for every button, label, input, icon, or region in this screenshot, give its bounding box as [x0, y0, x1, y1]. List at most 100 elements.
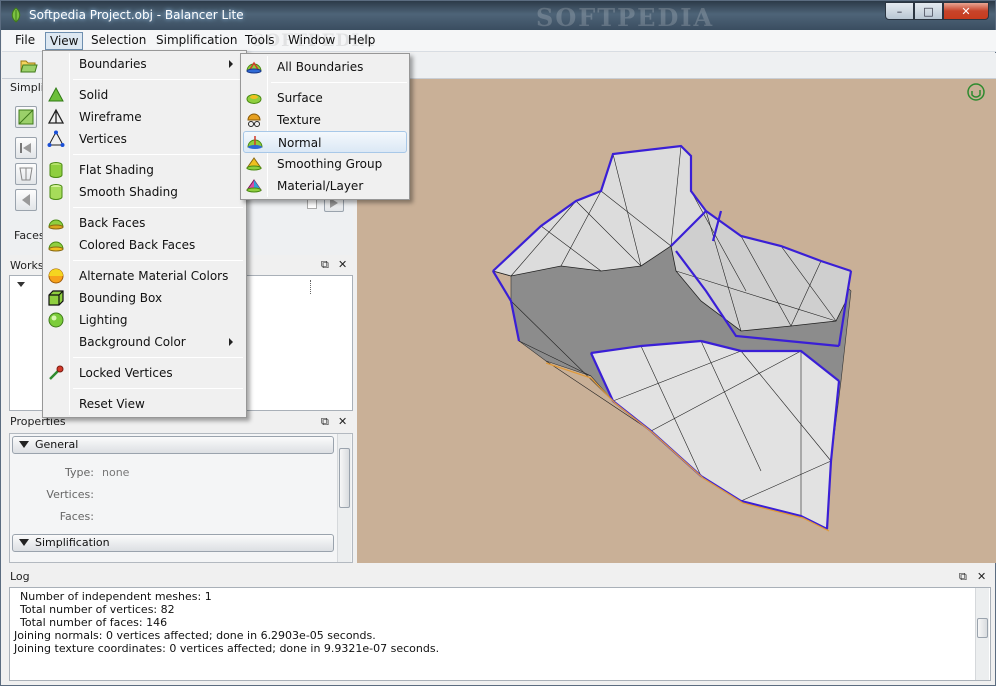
- collapse-triangle-icon: [19, 539, 29, 546]
- window-controls: – □ ✕: [885, 2, 989, 20]
- menu-item-label: Texture: [277, 113, 321, 127]
- menu-item-label: Locked Vertices: [79, 366, 173, 380]
- mesh-edit-icon: [19, 167, 33, 181]
- menu-item-material-layer[interactable]: Material/Layer: [243, 175, 407, 197]
- menu-item-label: Surface: [277, 91, 323, 105]
- log-scrollbar[interactable]: [975, 588, 989, 680]
- menu-item-label: Wireframe: [79, 110, 142, 124]
- wireframe-icon: [47, 108, 65, 124]
- faces-label: Faces: [14, 229, 45, 242]
- general-section-header[interactable]: General: [12, 436, 334, 454]
- menu-bar: File View Selection Simplification Tools…: [2, 30, 996, 52]
- prop-type-label: Type:: [65, 466, 94, 479]
- menu-item-normal[interactable]: Normal: [243, 131, 407, 153]
- properties-panel: Properties ⧉ ✕ General Type: none Vertic…: [7, 413, 353, 563]
- back-faces-icon: [48, 219, 64, 230]
- properties-scrollbar[interactable]: [337, 434, 351, 562]
- log-float-button[interactable]: ⧉: [959, 570, 967, 584]
- open-file-button[interactable]: [18, 56, 40, 76]
- menubar-watermark: SOFTPEDIA: [252, 31, 375, 51]
- log-line: Total number of faces: 146: [20, 616, 168, 629]
- menu-selection[interactable]: Selection: [87, 32, 150, 50]
- grid-icon: [18, 109, 34, 125]
- texture-icon: [247, 113, 261, 127]
- menu-item-solid[interactable]: Solid: [45, 84, 244, 106]
- menu-view[interactable]: View: [45, 32, 84, 50]
- submenu-arrow-icon: [229, 338, 233, 346]
- properties-close-button[interactable]: ✕: [338, 415, 347, 428]
- menu-item-boundaries[interactable]: Boundaries: [45, 53, 244, 75]
- menu-item-lighting[interactable]: Lighting: [45, 309, 244, 331]
- menu-item-label: Vertices: [79, 132, 127, 146]
- menu-item-label: Smoothing Group: [277, 157, 383, 171]
- menu-separator: [73, 207, 243, 208]
- menu-separator: [73, 388, 243, 389]
- close-button[interactable]: ✕: [943, 2, 989, 20]
- menu-item-label: Material/Layer: [277, 179, 364, 193]
- log-panel-title: Log: [10, 570, 30, 583]
- log-line: Joining texture coordinates: 0 vertices …: [14, 642, 440, 655]
- simplification-section-label: Simplification: [35, 536, 110, 549]
- minimize-button[interactable]: –: [885, 2, 914, 20]
- title-bar[interactable]: Softpedia Project.obj - Balancer Lite SO…: [1, 1, 995, 32]
- menu-item-vertices[interactable]: Vertices: [45, 128, 244, 150]
- title-watermark: SOFTPEDIA: [536, 3, 715, 32]
- menu-item-wireframe[interactable]: Wireframe: [45, 106, 244, 128]
- scrollbar-thumb[interactable]: [339, 448, 350, 508]
- edit-step-button[interactable]: [15, 163, 37, 185]
- mesh-render: [492, 83, 985, 532]
- vertices-icon: [47, 130, 65, 147]
- simplify-mode-button[interactable]: [15, 106, 37, 128]
- window-title: Softpedia Project.obj - Balancer Lite: [29, 8, 244, 22]
- log-close-button[interactable]: ✕: [977, 570, 986, 583]
- menu-item-label: All Boundaries: [277, 60, 364, 74]
- 3d-viewport[interactable]: [357, 79, 996, 563]
- properties-float-button[interactable]: ⧉: [321, 415, 329, 429]
- arrow-left-icon: [22, 194, 30, 206]
- menu-item-label: Lighting: [79, 313, 128, 327]
- tree-expand-icon[interactable]: [17, 282, 25, 287]
- menu-item-locked-vertices[interactable]: Locked Vertices: [45, 362, 244, 384]
- menu-separator: [73, 154, 243, 155]
- workspace-close-button[interactable]: ✕: [338, 258, 347, 271]
- first-step-button[interactable]: [15, 137, 37, 159]
- menu-item-back-faces[interactable]: Back Faces: [45, 212, 244, 234]
- colored-back-faces-icon: [48, 241, 64, 252]
- folder-open-icon: [20, 60, 38, 73]
- all-boundaries-icon: [246, 61, 262, 74]
- menu-item-flat-shading[interactable]: Flat Shading: [45, 159, 244, 181]
- menu-simplification[interactable]: Simplification: [152, 32, 241, 50]
- menu-item-colored-back-faces[interactable]: Colored Back Faces: [45, 234, 244, 256]
- maximize-button[interactable]: □: [914, 2, 943, 20]
- step-back-button[interactable]: [15, 189, 37, 211]
- menu-item-surface[interactable]: Surface: [243, 87, 407, 109]
- simplification-section-header[interactable]: Simplification: [12, 534, 334, 552]
- skip-back-icon: [20, 143, 31, 153]
- menu-item-label: Background Color: [79, 335, 186, 349]
- menu-item-all-boundaries[interactable]: All Boundaries: [243, 56, 407, 78]
- menu-item-bounding-box[interactable]: Bounding Box: [45, 287, 244, 309]
- log-panel: Log ⧉ ✕ Number of independent meshes: 1 …: [7, 567, 991, 685]
- workspace-float-button[interactable]: ⧉: [321, 258, 329, 272]
- properties-body: General Type: none Vertices: Faces: Simp…: [9, 433, 353, 563]
- menu-separator: [73, 260, 243, 261]
- menu-file[interactable]: File: [11, 32, 39, 50]
- log-line: Number of independent meshes: 1: [20, 590, 212, 603]
- menu-item-label: Alternate Material Colors: [79, 269, 229, 283]
- general-section-label: General: [35, 438, 79, 451]
- menu-item-smooth-shading[interactable]: Smooth Shading: [45, 181, 244, 203]
- menu-item-smoothing-group[interactable]: Smoothing Group: [243, 153, 407, 175]
- menu-item-label: Bounding Box: [79, 291, 163, 305]
- log-output[interactable]: Number of independent meshes: 1 Total nu…: [9, 587, 991, 681]
- menu-item-reset-view[interactable]: Reset View: [45, 393, 244, 415]
- locked-vertices-icon: [49, 365, 64, 380]
- view-menu: Boundaries Solid Wireframe Vertices Flat…: [42, 50, 247, 418]
- material-colors-icon: [48, 268, 64, 284]
- menu-item-alternate-material-colors[interactable]: Alternate Material Colors: [45, 265, 244, 287]
- surface-icon: [246, 94, 262, 104]
- scrollbar-thumb[interactable]: [977, 618, 988, 638]
- menu-item-background-color[interactable]: Background Color: [45, 331, 244, 353]
- lighting-icon: [48, 312, 64, 328]
- menu-item-texture[interactable]: Texture: [243, 109, 407, 131]
- boundaries-submenu: All Boundaries Surface Texture Normal Sm…: [240, 53, 410, 200]
